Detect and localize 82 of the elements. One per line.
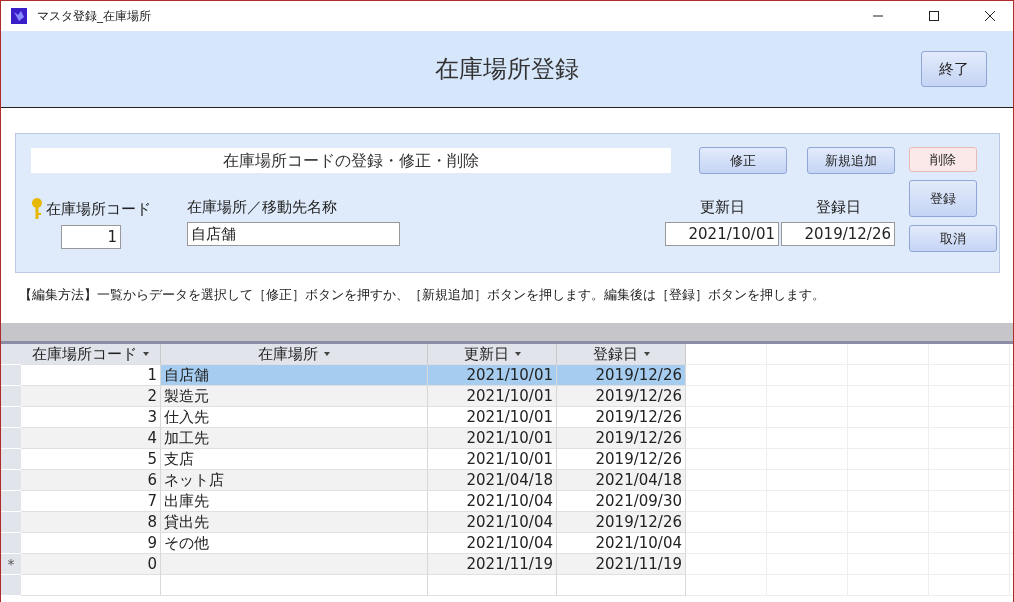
row-selector[interactable]: * [1, 554, 21, 575]
maximize-icon [929, 11, 939, 21]
table-cell: 2019/12/26 [557, 407, 686, 428]
table-cell: 2019/12/26 [557, 386, 686, 407]
dropdown-arrow-icon[interactable] [324, 352, 330, 356]
table-cell: 2019/12/26 [557, 428, 686, 449]
key-icon [31, 198, 43, 220]
row-selector[interactable] [1, 575, 21, 596]
table-cell: 2019/12/26 [557, 365, 686, 386]
table-cell: 加工先 [161, 428, 428, 449]
table-cell: 2021/10/01 [428, 365, 557, 386]
close-icon [985, 11, 995, 21]
row-selector[interactable] [1, 470, 21, 491]
table-cell: 2021/10/01 [428, 449, 557, 470]
table-cell: 2021/11/19 [428, 554, 557, 575]
column-header[interactable]: 登録日 [557, 344, 686, 365]
updated-date-field[interactable]: 2021/10/01 [665, 222, 779, 246]
row-selector[interactable] [1, 491, 21, 512]
table-cell: 貸出先 [161, 512, 428, 533]
table-cell: 0 [21, 554, 161, 575]
row-selector[interactable] [1, 449, 21, 470]
table-cell: 4 [21, 428, 161, 449]
table-cell: 2021/10/01 [428, 386, 557, 407]
instructions-text: 【編集方法】一覧からデータを選択して［修正］ボタンを押すか、［新規追加］ボタンを押します。編集後は［登録］ボタンを押します。 [19, 287, 826, 304]
column-header[interactable]: 在庫場所 [161, 344, 428, 365]
select-all-corner[interactable] [1, 344, 21, 365]
table-cell: 2021/10/04 [428, 491, 557, 512]
row-selector[interactable] [1, 407, 21, 428]
splitter-bar[interactable] [1, 323, 1013, 344]
table-cell: 2021/10/04 [428, 512, 557, 533]
register-button[interactable]: 登録 [909, 180, 977, 217]
table-cell: 製造元 [161, 386, 428, 407]
row-selector[interactable] [1, 365, 21, 386]
table-cell: 支店 [161, 449, 428, 470]
table-cell: 3 [21, 407, 161, 428]
app-icon [11, 8, 27, 24]
table-cell: ネット店 [161, 470, 428, 491]
table-cell: 2021/10/04 [428, 533, 557, 554]
code-label: 在庫場所コード [31, 198, 151, 220]
column-header[interactable]: 在庫場所コード [21, 344, 161, 365]
row-selector[interactable] [1, 533, 21, 554]
table-cell: 6 [21, 470, 161, 491]
table-cell: 8 [21, 512, 161, 533]
row-selector[interactable] [1, 386, 21, 407]
table-cell: 2021/09/30 [557, 491, 686, 512]
table-cell: 自店舗 [161, 365, 428, 386]
row-selector[interactable] [1, 428, 21, 449]
dropdown-arrow-icon[interactable] [143, 352, 149, 356]
table-cell: 2019/12/26 [557, 512, 686, 533]
table-cell: その他 [161, 533, 428, 554]
table-cell: 出庫先 [161, 491, 428, 512]
table-cell: 7 [21, 491, 161, 512]
name-label: 在庫場所／移動先名称 [187, 198, 337, 217]
table-cell: 2021/10/04 [557, 533, 686, 554]
table-cell: 仕入先 [161, 407, 428, 428]
dropdown-arrow-icon[interactable] [514, 352, 521, 356]
table-cell: 9 [21, 533, 161, 554]
table-cell: 2021/04/18 [557, 470, 686, 491]
row-selector[interactable] [1, 512, 21, 533]
code-field[interactable]: 1 [61, 225, 121, 249]
table-cell: 2019/12/26 [557, 449, 686, 470]
name-field[interactable]: 自店舗 [187, 222, 400, 246]
exit-button[interactable]: 終了 [921, 51, 987, 87]
table-cell: 2021/10/01 [428, 428, 557, 449]
column-header[interactable]: 更新日 [428, 344, 557, 365]
form-button[interactable]: 修正 [699, 147, 787, 174]
registered-date-field[interactable]: 2019/12/26 [781, 222, 895, 246]
table-cell: 2021/10/01 [428, 407, 557, 428]
dropdown-arrow-icon[interactable] [643, 352, 650, 356]
table-cell: 2021/04/18 [428, 470, 557, 491]
registered-label: 登録日 [815, 198, 861, 217]
delete-button[interactable]: 削除 [909, 147, 977, 172]
table-cell: 2021/11/19 [557, 554, 686, 575]
table-cell: 1 [21, 365, 161, 386]
window-title: マスタ登録_在庫場所 [37, 7, 152, 25]
form-button[interactable]: 取消 [909, 225, 997, 252]
form-button[interactable]: 新規追加 [807, 147, 895, 174]
table-cell: 5 [21, 449, 161, 470]
updated-label: 更新日 [699, 198, 745, 217]
form-title: 在庫場所登録 [435, 54, 579, 85]
section-title: 在庫場所コードの登録・修正・削除 [31, 148, 671, 173]
table-cell: 2 [21, 386, 161, 407]
